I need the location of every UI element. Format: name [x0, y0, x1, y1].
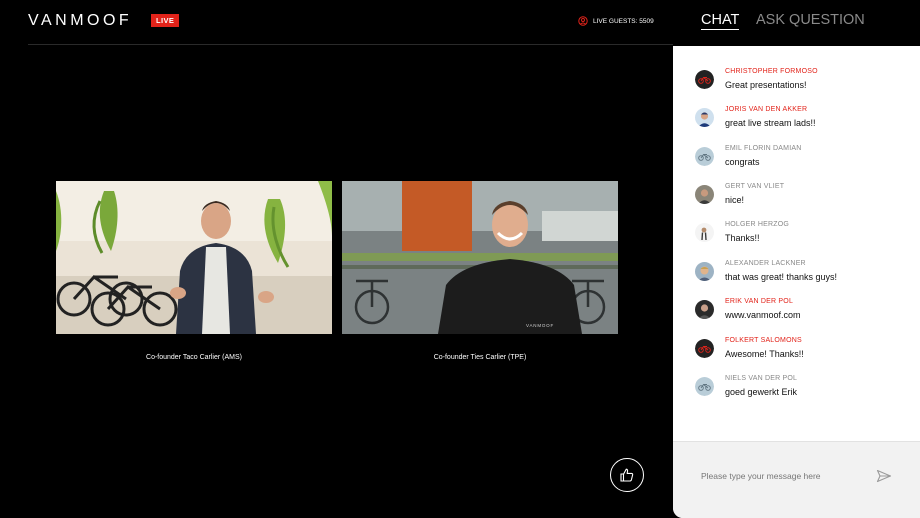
message-composer — [673, 441, 920, 518]
avatar-photo — [695, 108, 714, 127]
panel-tabs: CHAT ASK QUESTION — [673, 0, 920, 46]
video-feed-tpe[interactable]: VANMOOF — [342, 181, 618, 334]
bike-logo-icon — [695, 339, 714, 358]
chat-author: HOLGER HERZOG — [725, 221, 790, 228]
chat-message: ERIK VAN DER POL www.vanmoof.com — [695, 298, 910, 332]
chat-text: that was great! thanks guys! — [725, 272, 838, 282]
svg-text:VANMOOF: VANMOOF — [526, 323, 554, 328]
video-stage: VANMOOF LIVE LIVE GUESTS: 5509 Co-founde… — [0, 0, 673, 518]
tab-ask-question[interactable]: ASK QUESTION — [756, 12, 865, 28]
avatar-bike-logo — [695, 70, 714, 89]
avatar-photo — [695, 262, 714, 281]
thumbs-up-icon — [620, 468, 634, 482]
user-photo-icon — [695, 108, 714, 127]
user-photo-icon — [695, 185, 714, 204]
chat-author: EMIL FLORIN DAMIAN — [725, 145, 802, 152]
avatar-photo — [695, 300, 714, 319]
chat-message: CHRISTOPHER FORMOSO Great presentations! — [695, 68, 910, 102]
video-feed-ams[interactable] — [56, 181, 332, 334]
avatar-photo — [695, 185, 714, 204]
video-caption-tpe: Co-founder Ties Carlier (TPE) — [433, 354, 527, 361]
chat-message: JORIS VAN DEN AKKER great live stream la… — [695, 106, 910, 140]
chat-text: Awesome! Thanks!! — [725, 349, 804, 359]
live-guests-label: LIVE GUESTS: 5509 — [593, 17, 654, 25]
live-badge: LIVE — [151, 14, 180, 27]
send-icon[interactable] — [876, 468, 892, 484]
top-bar: VANMOOF LIVE LIVE GUESTS: 5509 — [28, 0, 673, 45]
bike-logo-icon — [695, 147, 714, 166]
video-caption-ams: Co-founder Taco Carlier (AMS) — [146, 354, 242, 361]
chat-author: CHRISTOPHER FORMOSO — [725, 68, 818, 75]
chat-author: NIELS VAN DER POL — [725, 375, 798, 382]
live-guests-counter: LIVE GUESTS: 5509 — [578, 16, 654, 26]
avatar-bike-logo — [695, 339, 714, 358]
chat-text: Thanks!! — [725, 233, 760, 243]
avatar-photo — [695, 223, 714, 242]
user-circle-icon — [578, 16, 588, 26]
video-frame-tpe: VANMOOF — [342, 181, 618, 334]
video-frame-ams — [56, 181, 332, 334]
user-photo-icon — [695, 300, 714, 319]
chat-panel: CHAT ASK QUESTION CHRISTOPHER FORMOSO Gr… — [673, 0, 920, 518]
chat-text: nice! — [725, 195, 745, 205]
chat-text: goed gewerkt Erik — [725, 387, 798, 397]
avatar-bike-logo — [695, 147, 714, 166]
bike-logo-icon — [695, 377, 714, 396]
chat-text: Great presentations! — [725, 80, 807, 90]
chat-message: ALEXANDER LACKNER that was great! thanks… — [695, 260, 910, 294]
bike-logo-icon — [695, 70, 714, 89]
avatar-bike-logo — [695, 377, 714, 396]
message-input[interactable] — [701, 467, 871, 485]
chat-author: GERT VAN VLIET — [725, 183, 785, 190]
chat-message: FOLKERT SALOMONS Awesome! Thanks!! — [695, 337, 910, 371]
chat-message: GERT VAN VLIET nice! — [695, 183, 910, 217]
vanmoof-logo: VANMOOF — [28, 12, 133, 29]
chat-text: great live stream lads!! — [725, 118, 816, 128]
chat-author: JORIS VAN DEN AKKER — [725, 106, 808, 113]
chat-message: EMIL FLORIN DAMIAN congrats — [695, 145, 910, 179]
chat-author: ALEXANDER LACKNER — [725, 260, 806, 267]
user-photo-icon — [695, 262, 714, 281]
chat-message: NIELS VAN DER POL goed gewerkt Erik — [695, 375, 910, 409]
chat-message: HOLGER HERZOG Thanks!! — [695, 221, 910, 255]
like-button[interactable] — [610, 458, 644, 492]
chat-text: www.vanmoof.com — [725, 310, 801, 320]
chat-author: FOLKERT SALOMONS — [725, 337, 802, 344]
user-photo-icon — [695, 223, 714, 242]
chat-text: congrats — [725, 157, 760, 167]
tab-chat[interactable]: CHAT — [701, 12, 740, 30]
chat-author: ERIK VAN DER POL — [725, 298, 794, 305]
